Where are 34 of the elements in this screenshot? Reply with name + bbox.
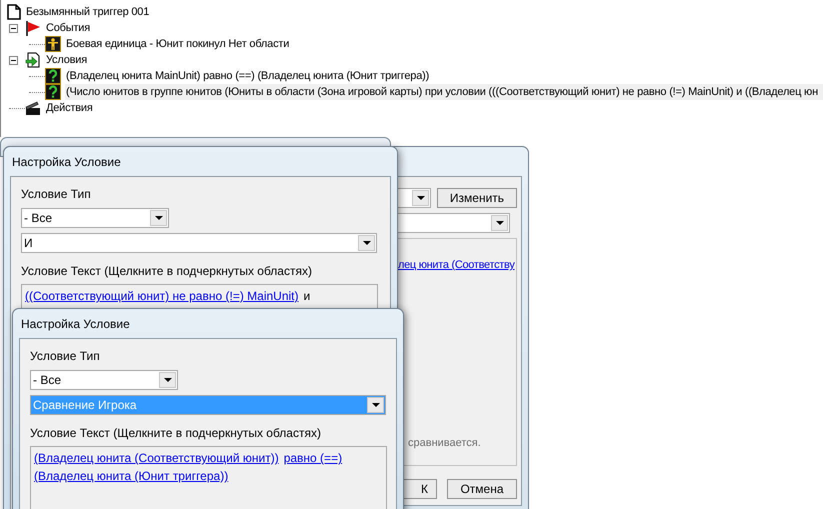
condition-link[interactable]: (Владелец юнита (Соответствующий юнит)): [34, 450, 279, 466]
category-dropdown[interactable]: - Все: [30, 370, 178, 390]
description-text: сравнивается.: [407, 436, 481, 450]
question-icon: [45, 68, 61, 84]
condition-link[interactable]: равно (==): [284, 450, 342, 466]
tree-item[interactable]: (Число юнитов в группе юнитов (Юниты в области (Зона игровой карты) при условии (((Соответствующий юнит) не равно (!=) MainUnit) и ((Владелец юн: [65, 84, 823, 100]
category-dropdown[interactable]: - Все: [21, 208, 169, 228]
condition-dropdown[interactable]: И: [21, 233, 377, 253]
collapse-icon[interactable]: [9, 24, 18, 32]
tree-item[interactable]: Боевая единица - Юнит покинул Нет области: [65, 36, 290, 52]
tree-item[interactable]: Условия: [45, 52, 88, 68]
tree-item[interactable]: (Владелец юнита MainUnit) равно (==) (Владелец юнита (Юнит триггера)): [65, 68, 430, 84]
tree-item[interactable]: Действия: [45, 100, 94, 116]
field-label: Условие Тип: [21, 186, 92, 202]
cancel-button[interactable]: Отмена: [447, 479, 517, 499]
page-arrow-icon: [25, 52, 41, 68]
window-title: Настройка Условие: [20, 316, 131, 332]
question-icon: [45, 84, 61, 100]
figure-icon: [45, 36, 61, 52]
clapperboard-icon: [25, 100, 41, 116]
collapse-icon[interactable]: [9, 56, 18, 64]
flag-icon: [25, 20, 41, 36]
field-label: Условие Текст (Щелкните в подчеркнутых областях): [30, 425, 322, 441]
tree-item[interactable]: События: [45, 20, 92, 36]
condition-link[interactable]: (Владелец юнита (Юнит триггера)): [34, 468, 228, 484]
field-label: Условие Тип: [30, 348, 101, 364]
window-title: Настройка Условие: [11, 154, 122, 170]
field-label: Условие Текст (Щелкните в подчеркнутых областях): [21, 263, 313, 279]
edit-button[interactable]: Изменить: [437, 188, 517, 208]
condition-link[interactable]: лец юнита (Соответству: [398, 256, 515, 274]
condition-text: и: [304, 288, 310, 304]
document-icon: [7, 4, 21, 20]
tree-item[interactable]: Безымянный триггер 001: [25, 4, 150, 20]
condition-link[interactable]: ((Соответствующий юнит) не равно (!=) MainUnit): [25, 288, 298, 304]
